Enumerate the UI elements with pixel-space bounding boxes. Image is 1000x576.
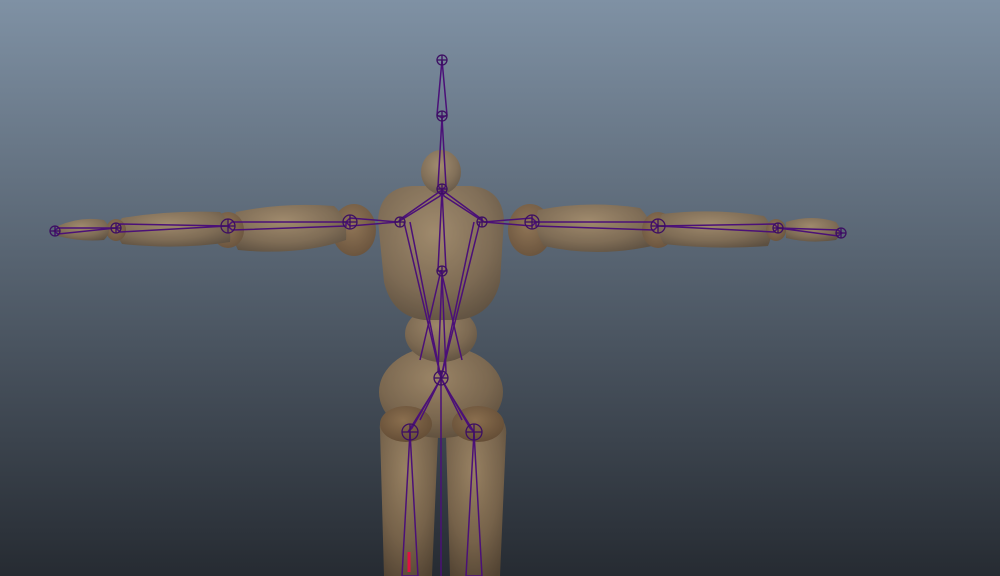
joint-head-end[interactable] (436, 54, 448, 66)
joint-right-hand-end[interactable] (835, 227, 847, 239)
joint-right-shoulder[interactable] (524, 214, 540, 230)
joint-neck[interactable] (436, 183, 448, 195)
joint-left-clavicle[interactable] (394, 216, 406, 228)
maya-3d-viewport[interactable] (0, 0, 1000, 576)
joint-spine[interactable] (436, 265, 448, 277)
joint-head[interactable] (436, 110, 448, 122)
joint-left-elbow[interactable] (220, 218, 236, 234)
joint-left-shoulder[interactable] (342, 214, 358, 230)
joint-right-wrist[interactable] (772, 222, 784, 234)
joint-left-hip[interactable] (401, 423, 419, 441)
joint-left-hand-end[interactable] (49, 225, 61, 237)
joint-right-elbow[interactable] (650, 218, 666, 234)
head-mesh[interactable] (421, 150, 461, 194)
joint-right-clavicle[interactable] (476, 216, 488, 228)
joint-left-wrist[interactable] (110, 222, 122, 234)
joint-pelvis[interactable] (433, 370, 449, 386)
joint-right-hip[interactable] (465, 423, 483, 441)
viewport-canvas[interactable] (0, 0, 1000, 576)
